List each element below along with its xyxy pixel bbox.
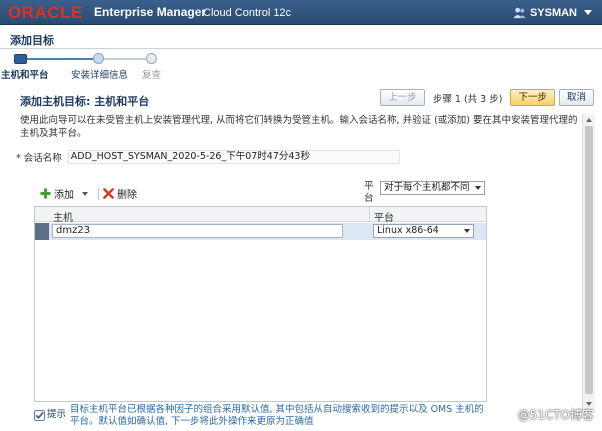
page-title: 添加目标 [10, 34, 54, 47]
platform-filter-select[interactable]: 对于每个主机都不同 [380, 181, 485, 195]
remove-button[interactable]: 删除 [103, 186, 137, 201]
platform-filter-label: 平台 [364, 181, 374, 204]
hint-label: 提示 [34, 404, 66, 426]
scroll-thumb[interactable] [585, 126, 593, 394]
product-edition: Cloud Control 12c [203, 7, 292, 19]
row-platform-select[interactable]: Linux x86-64 [373, 224, 474, 238]
train-stop-hosts [14, 54, 27, 64]
hint-label-text: 提示 [47, 409, 67, 420]
wizard-nav: 上一步 步骤 1 (共 3 步) 下一步 取消 [380, 89, 594, 106]
user-name: SYSMAN [529, 6, 577, 19]
section-title: 添加主机目标: 主机和平台 [20, 95, 150, 108]
session-name-field[interactable]: ADD_HOST_SYSMAN_2020-5-26_下午07时47分43秒 [67, 150, 400, 164]
add-label: 添加 [54, 190, 74, 201]
session-name-label: * 会话名称 [16, 153, 62, 164]
header-bar: ORACLE Enterprise Manager Cloud Control … [0, 0, 602, 25]
table-row[interactable]: dmz23 Linux x86-64 [35, 223, 486, 240]
train-label-hosts: 主机和平台 [1, 70, 49, 81]
platform-filter-value: 对于每个主机都不同 [384, 182, 470, 193]
row-platform-value: Linux x86-64 [377, 225, 439, 236]
user-icon [513, 7, 526, 19]
add-button[interactable]: 添加 [40, 186, 74, 201]
product-name: Enterprise Manager [94, 5, 207, 19]
column-header-host[interactable]: 主机 [53, 209, 73, 224]
chevron-down-icon [584, 10, 592, 15]
wizard-train: 主机和平台 安装详细信息 复查 [1, 52, 174, 82]
vertical-scrollbar[interactable] [582, 114, 595, 410]
scroll-up-icon[interactable] [586, 118, 592, 122]
next-button[interactable]: 下一步 [510, 89, 555, 106]
delete-x-icon [103, 188, 114, 199]
train-label-details[interactable]: 安装详细信息 [71, 67, 128, 81]
cancel-button[interactable]: 取消 [558, 89, 594, 106]
train-stop-review [146, 53, 157, 64]
train-label-review: 复查 [142, 70, 162, 81]
column-divider [369, 207, 370, 222]
toolbar-separator [98, 187, 99, 200]
host-name-field[interactable]: dmz23 [52, 224, 343, 238]
row-selector[interactable] [35, 223, 49, 240]
hint-text: 目标主机平台已根据各种因子的组合采用默认值, 其中包括从自动搜索收到的提示以及 … [70, 404, 484, 426]
watermark: @51CTO博客 [517, 408, 594, 422]
table-header: 主机 平台 [35, 207, 486, 224]
table-toolbar: 添加 删除 [40, 186, 137, 201]
divider [0, 48, 602, 49]
hint-box: 提示 目标主机平台已根据各种因子的组合采用默认值, 其中包括从自动搜索收到的提示… [34, 404, 490, 426]
column-header-platform[interactable]: 平台 [374, 209, 394, 224]
train-stop-details[interactable] [93, 53, 104, 64]
train-line [100, 58, 150, 60]
check-icon [34, 409, 45, 421]
step-indicator: 步骤 1 (共 3 步) [432, 93, 503, 105]
oracle-logo[interactable]: ORACLE [8, 4, 83, 21]
chevron-down-icon [464, 229, 470, 233]
chevron-down-icon [474, 186, 481, 190]
remove-label: 删除 [117, 190, 137, 201]
back-button[interactable]: 上一步 [380, 89, 425, 106]
user-menu[interactable]: SYSMAN [513, 5, 592, 20]
add-menu-chevron-icon[interactable] [82, 191, 88, 196]
hosts-table: 主机 平台 dmz23 Linux x86-64 [34, 206, 487, 402]
platform-filter: 平台 对于每个主机都不同 [364, 181, 485, 205]
description-text: 使用此向导可以在未受管主机上安装管理代理, 从而将它们转换为受管主机。输入会话名… [20, 115, 578, 139]
train-progress-line [20, 58, 100, 60]
session-name-row: * 会话名称 ADD_HOST_SYSMAN_2020-5-26_下午07时47… [16, 150, 400, 164]
plus-icon [40, 188, 51, 199]
